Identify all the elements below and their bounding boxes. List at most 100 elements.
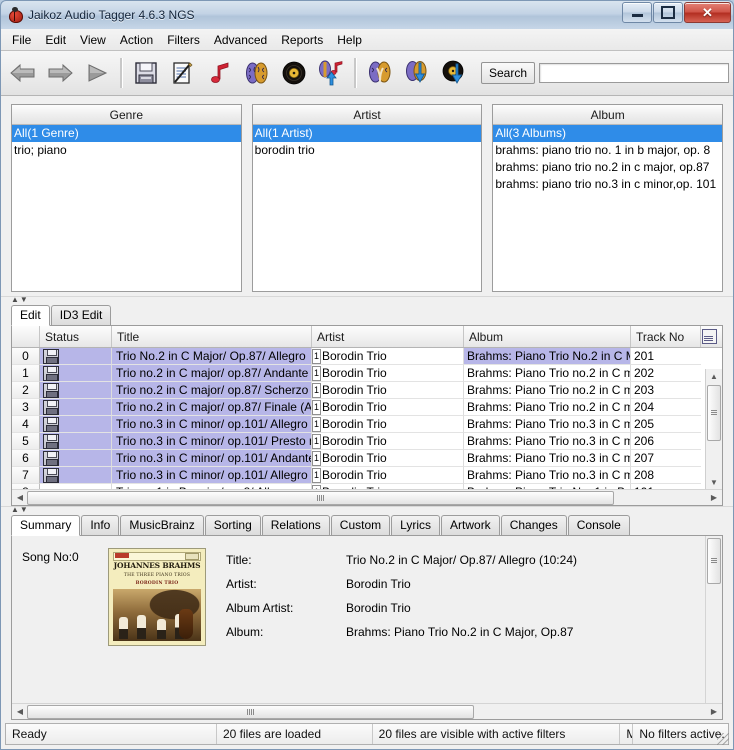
scroll-right-icon[interactable]: ▶: [707, 491, 721, 504]
brain-upload-icon[interactable]: [313, 53, 349, 93]
album-list-item[interactable]: brahms: piano trio no.2 in c major, op.8…: [493, 159, 722, 176]
row-artist[interactable]: 1 Borodin Trio: [312, 416, 464, 433]
row-album[interactable]: Brahms: Piano Trio no.2 in C m: [464, 365, 631, 382]
horizontal-scroll-thumb[interactable]: [27, 705, 474, 719]
scroll-down-icon[interactable]: ▼: [706, 475, 722, 489]
field-artist-value[interactable]: Borodin Trio: [346, 577, 716, 591]
artist-list-body[interactable]: All(1 Artist) borodin trio: [253, 125, 482, 291]
search-input[interactable]: [539, 63, 729, 83]
row-artist[interactable]: 1 Borodin Trio: [312, 348, 464, 365]
row-title[interactable]: Trio no.2 in C major/ op.87/ Scherzo (Pr…: [112, 382, 312, 399]
row-status[interactable]: [40, 416, 112, 433]
row-album[interactable]: Brahms: Piano Trio no.2 in C m: [464, 382, 631, 399]
table-row[interactable]: 5 Trio no.3 in C minor/ op.101/ Presto n…: [12, 433, 722, 450]
row-track-no[interactable]: 203: [631, 382, 701, 399]
genre-list-item-all[interactable]: All(1 Genre): [12, 125, 241, 142]
album-artwork[interactable]: JOHANNES BRAHMS THE THREE PIANO TRIOS BO…: [108, 548, 206, 646]
menu-reports[interactable]: Reports: [274, 31, 330, 49]
tab-id3-edit[interactable]: ID3 Edit: [51, 305, 112, 325]
menu-view[interactable]: View: [73, 31, 113, 49]
menu-edit[interactable]: Edit: [38, 31, 73, 49]
table-header-track-no[interactable]: Track No: [631, 326, 701, 347]
row-album[interactable]: Brahms: Piano Trio no.2 in C m: [464, 399, 631, 416]
save-floppy-icon[interactable]: [128, 53, 164, 93]
row-album[interactable]: Brahms: Piano Trio no.3 in C m: [464, 467, 631, 484]
row-status[interactable]: [40, 467, 112, 484]
row-album[interactable]: Brahms: Piano Trio no.3 in C m: [464, 433, 631, 450]
artist-list-item-all[interactable]: All(1 Artist): [253, 125, 482, 142]
search-button[interactable]: Search: [481, 62, 535, 84]
row-title[interactable]: Trio No.2 in C Major/ Op.87/ Allegro: [112, 348, 312, 365]
tab-relations[interactable]: Relations: [262, 515, 330, 535]
table-vertical-scrollbar[interactable]: ▲ ▼: [705, 369, 722, 489]
row-album[interactable]: Brahms: Piano Trio no.3 in C m: [464, 416, 631, 433]
brain-correct-icon[interactable]: [362, 53, 398, 93]
genre-list-body[interactable]: All(1 Genre) trio; piano: [12, 125, 241, 291]
tab-custom[interactable]: Custom: [331, 515, 390, 535]
tab-summary[interactable]: Summary: [11, 515, 80, 536]
row-track-no[interactable]: 206: [631, 433, 701, 450]
field-album-artist-value[interactable]: Borodin Trio: [346, 601, 716, 615]
row-title[interactable]: Trio no.3 in C minor/ op.101/ Allegro mo: [112, 467, 312, 484]
scroll-left-icon[interactable]: ◀: [13, 491, 27, 504]
menu-file[interactable]: File: [5, 31, 38, 49]
table-row[interactable]: 1 Trio no.2 in C major/ op.87/ Andante c…: [12, 365, 722, 382]
row-album[interactable]: Brahms: Piano Trio no.3 in C m: [464, 450, 631, 467]
artist-list-item[interactable]: borodin trio: [253, 142, 482, 159]
row-title[interactable]: Trio no.3 in C minor/ op.101/ Andante gr: [112, 450, 312, 467]
row-artist[interactable]: 1 Borodin Trio: [312, 484, 464, 489]
table-row[interactable]: 6 Trio no.3 in C minor/ op.101/ Andante …: [12, 450, 722, 467]
menu-help[interactable]: Help: [330, 31, 369, 49]
tab-musicbrainz[interactable]: MusicBrainz: [120, 515, 203, 535]
maximize-button[interactable]: [653, 2, 683, 23]
summary-horizontal-scrollbar[interactable]: ◀ ▶: [12, 703, 722, 719]
menu-action[interactable]: Action: [113, 31, 160, 49]
edit-clipboard-icon[interactable]: [165, 53, 201, 93]
resize-grip-icon[interactable]: [717, 733, 729, 745]
album-list-body[interactable]: All(3 Albums) brahms: piano trio no. 1 i…: [493, 125, 722, 291]
record-download-icon[interactable]: [436, 53, 472, 93]
row-album[interactable]: Brahms: Piano Trio No. 1 in B r: [464, 484, 631, 489]
table-header-album[interactable]: Album: [464, 326, 631, 347]
close-button[interactable]: ✕: [684, 2, 731, 23]
row-title[interactable]: Trio no.3 in C minor/ op.101/ Allegro en…: [112, 416, 312, 433]
menu-advanced[interactable]: Advanced: [207, 31, 274, 49]
brain-icon[interactable]: [239, 53, 275, 93]
table-header-index[interactable]: [12, 326, 40, 347]
table-row[interactable]: 3 Trio no.2 in C major/ op.87/ Finale (A…: [12, 399, 722, 416]
scroll-left-icon[interactable]: ◀: [13, 705, 27, 718]
table-header-artist[interactable]: Artist: [312, 326, 464, 347]
artwork-holder[interactable]: JOHANNES BRAHMS THE THREE PIANO TRIOS BO…: [108, 548, 206, 699]
row-artist[interactable]: 1 Borodin Trio: [312, 450, 464, 467]
row-status[interactable]: [40, 450, 112, 467]
row-artist[interactable]: 1 Borodin Trio: [312, 382, 464, 399]
menu-filters[interactable]: Filters: [160, 31, 207, 49]
brain-download-icon[interactable]: [399, 53, 435, 93]
row-artist[interactable]: 1 Borodin Trio: [312, 365, 464, 382]
album-list-item[interactable]: brahms: piano trio no. 1 in b major, op.…: [493, 142, 722, 159]
column-chooser-button[interactable]: [701, 326, 718, 347]
row-artist[interactable]: 1 Borodin Trio: [312, 467, 464, 484]
row-track-no[interactable]: 205: [631, 416, 701, 433]
table-header-status[interactable]: Status: [40, 326, 112, 347]
row-title[interactable]: Trio no.3 in C minor/ op.101/ Presto non: [112, 433, 312, 450]
table-row[interactable]: 0 Trio No.2 in C Major/ Op.87/ Allegro 1…: [12, 348, 722, 365]
row-track-no[interactable]: 204: [631, 399, 701, 416]
row-track-no[interactable]: 202: [631, 365, 701, 382]
vertical-scroll-thumb[interactable]: [707, 385, 721, 441]
tab-edit[interactable]: Edit: [11, 305, 50, 326]
field-title-value[interactable]: Trio No.2 in C Major/ Op.87/ Allegro (10…: [346, 553, 716, 567]
row-track-no[interactable]: 208: [631, 467, 701, 484]
splitter-arrows-icon[interactable]: ▲▼: [11, 296, 29, 304]
tab-sorting[interactable]: Sorting: [205, 515, 261, 535]
vertical-scroll-thumb[interactable]: [707, 538, 721, 584]
row-title[interactable]: Trio no.2 in C major/ op.87/ Finale (All…: [112, 399, 312, 416]
music-note-icon[interactable]: [202, 53, 238, 93]
album-list-item-all[interactable]: All(3 Albums): [493, 125, 722, 142]
row-status[interactable]: [40, 433, 112, 450]
back-arrow-icon[interactable]: [5, 53, 41, 93]
tab-changes[interactable]: Changes: [501, 515, 567, 535]
table-row[interactable]: 4 Trio no.3 in C minor/ op.101/ Allegro …: [12, 416, 722, 433]
forward-arrow-icon[interactable]: [42, 53, 78, 93]
row-status[interactable]: [40, 484, 112, 489]
